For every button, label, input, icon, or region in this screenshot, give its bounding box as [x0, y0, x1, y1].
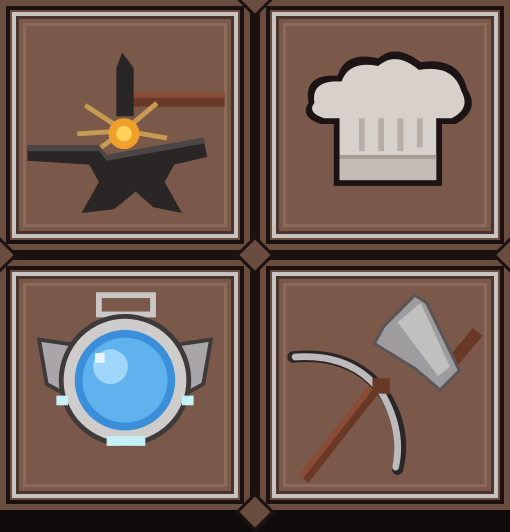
anvil-icon [27, 52, 225, 213]
potion-flask-icon [36, 292, 214, 447]
skill-tile-alchemy[interactable]: alchemy [6, 266, 244, 504]
skill-tile-smithing[interactable]: smithing [6, 6, 244, 244]
skill-tile-cooking[interactable]: cooking [266, 6, 504, 244]
skill-grid: smithing cooking [0, 0, 510, 532]
skill-tile-gathering[interactable]: gathering [266, 266, 504, 504]
chef-hat-icon [305, 51, 472, 186]
pickaxe-cleaver-icon [287, 293, 483, 483]
